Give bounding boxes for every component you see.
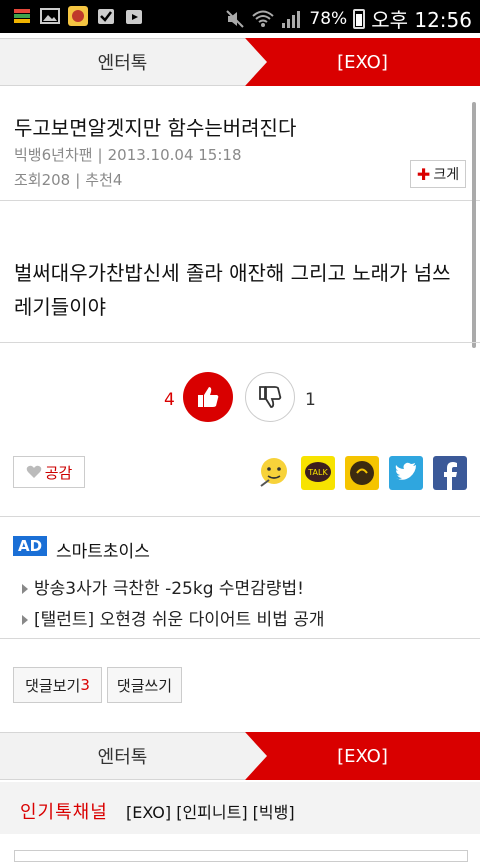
battery-percent: 78% xyxy=(309,8,348,29)
comment-count: 3 xyxy=(80,676,90,694)
divider xyxy=(0,342,480,343)
ad-badge: AD xyxy=(13,536,48,556)
empathy-button[interactable]: 공감 xyxy=(13,456,85,488)
status-right: 78% 오후 12:56 xyxy=(225,4,472,33)
downvote-count: 1 xyxy=(305,390,316,410)
tab-enter-talk-bottom[interactable]: 엔터톡 xyxy=(0,732,245,780)
popular-links[interactable]: [EXO] [인피니트] [빅뱅] xyxy=(126,799,295,823)
facebook-icon[interactable] xyxy=(433,456,467,490)
gallery-icon xyxy=(40,8,60,24)
divider xyxy=(0,516,480,517)
wifi-icon xyxy=(252,10,275,27)
scrollbar[interactable] xyxy=(472,102,476,348)
kakaostory-icon[interactable] xyxy=(345,456,379,490)
tab-enter-talk[interactable]: 엔터톡 xyxy=(0,38,245,86)
clock: 오후 12:56 xyxy=(371,8,472,32)
divider xyxy=(0,200,480,201)
notification-icons xyxy=(12,6,144,26)
post-stats: 조회208 | 추천4 xyxy=(14,171,123,189)
ad-item[interactable]: [탤런트] 오현경 쉬운 다이어트 비법 공개 xyxy=(22,605,325,630)
status-bar: 78% 오후 12:56 xyxy=(0,0,480,33)
thumbs-down-icon xyxy=(259,386,282,408)
post-recommend: 추천4 xyxy=(85,171,123,189)
play-store-icon xyxy=(126,10,142,24)
checkbox-icon xyxy=(98,9,114,24)
stack-icon xyxy=(14,9,30,23)
svg-text:TALK: TALK xyxy=(307,468,328,477)
post-views: 조회208 xyxy=(14,171,71,189)
post-title: 두고보면알겟지만 함수는버려진다 xyxy=(14,116,297,140)
enlarge-button[interactable]: ✚ 크게 xyxy=(410,160,466,188)
kakaotalk-icon[interactable]: TALK xyxy=(301,456,335,490)
triangle-bullet-icon xyxy=(22,615,28,625)
view-comments-button[interactable]: 댓글보기 3 xyxy=(13,667,102,703)
post-date: 2013.10.04 15:18 xyxy=(107,146,242,164)
bottom-box xyxy=(14,850,468,862)
popular-channels: 인기톡채널 [EXO] [인피니트] [빅뱅] xyxy=(0,782,480,834)
game-app-icon xyxy=(68,6,88,26)
battery-icon xyxy=(353,8,366,29)
bottom-tab-bar: 엔터톡 [EXO] xyxy=(0,732,480,780)
ad-title[interactable]: 스마트초이스 xyxy=(56,537,150,562)
popular-label: 인기톡채널 xyxy=(20,802,108,823)
upvote-count: 4 xyxy=(164,390,175,410)
post-author-line: 빅뱅6년차팬 | 2013.10.04 15:18 xyxy=(14,146,242,164)
top-tab-bar: 엔터톡 [EXO] xyxy=(0,38,480,86)
signal-icon xyxy=(282,10,301,28)
tab-exo[interactable]: [EXO] xyxy=(245,38,480,86)
twitter-icon[interactable] xyxy=(389,456,423,490)
enlarge-label: 크게 xyxy=(433,167,460,183)
mypeople-icon[interactable] xyxy=(257,456,291,490)
mute-icon xyxy=(226,9,245,28)
plus-icon: ✚ xyxy=(416,164,431,184)
write-comment-button[interactable]: 댓글쓰기 xyxy=(107,667,182,703)
post-author: 빅뱅6년차팬 xyxy=(14,146,93,164)
tab-exo-bottom[interactable]: [EXO] xyxy=(245,732,480,780)
post-body: 벌써대우가찬밥신세 졸라 애잔해 그리고 노래가 넘쓰레기들이야 xyxy=(14,261,451,319)
thumbs-down-button[interactable] xyxy=(245,372,295,422)
heart-icon xyxy=(26,465,41,478)
empathy-label: 공감 xyxy=(44,463,73,482)
ad-item[interactable]: 방송3사가 극찬한 -25kg 수면감량법! xyxy=(22,574,304,599)
divider xyxy=(0,638,480,639)
thumbs-up-icon xyxy=(198,387,219,407)
triangle-bullet-icon xyxy=(22,584,28,594)
thumbs-up-button[interactable] xyxy=(183,372,233,422)
